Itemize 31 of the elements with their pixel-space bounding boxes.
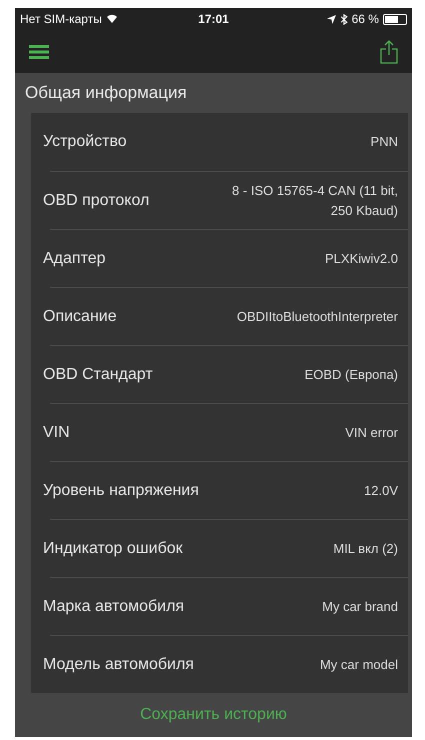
- wifi-icon: [106, 14, 118, 24]
- field-value: My car model: [320, 656, 398, 674]
- field-label: Марка автомобиля: [43, 596, 184, 616]
- field-label: OBD протокол: [43, 190, 150, 210]
- field-label: OBD Стандарт: [43, 364, 153, 384]
- field-value: EOBD (Европа): [304, 366, 398, 384]
- field-value: PNN: [370, 133, 398, 152]
- field-label: Модель автомобиля: [43, 654, 194, 674]
- save-history-button[interactable]: Сохранить историю: [140, 703, 287, 727]
- field-value: VIN error: [345, 424, 398, 442]
- clock-text: 17:01: [198, 11, 229, 28]
- menu-icon[interactable]: [29, 44, 49, 58]
- field-value: My car brand: [322, 598, 398, 616]
- field-label: Адаптер: [43, 248, 106, 268]
- field-label: Описание: [43, 306, 117, 326]
- field-value: 8 - ISO 15765-4 CAN (11 bit, 250 Kbaud): [231, 182, 398, 220]
- field-label: Индикатор ошибок: [43, 538, 183, 558]
- bluetooth-icon: [340, 14, 348, 24]
- location-icon: [326, 14, 336, 24]
- field-label: VIN: [43, 422, 70, 442]
- field-value: MIL вкл (2): [333, 540, 398, 558]
- field-value: PLXKiwiv2.0: [325, 250, 398, 268]
- battery-icon: [382, 14, 407, 24]
- field-label: Уровень напряжения: [43, 480, 199, 500]
- battery-text: 66 %: [352, 11, 379, 28]
- field-value: OBDIItoBluetoothInterpreter: [236, 308, 398, 326]
- share-icon[interactable]: [380, 40, 398, 64]
- section-title: Общая информация: [25, 82, 187, 104]
- field-value: 12.0V: [364, 482, 398, 500]
- carrier-text: Нет SIM-карты: [20, 11, 102, 28]
- field-label: Устройство: [43, 132, 127, 152]
